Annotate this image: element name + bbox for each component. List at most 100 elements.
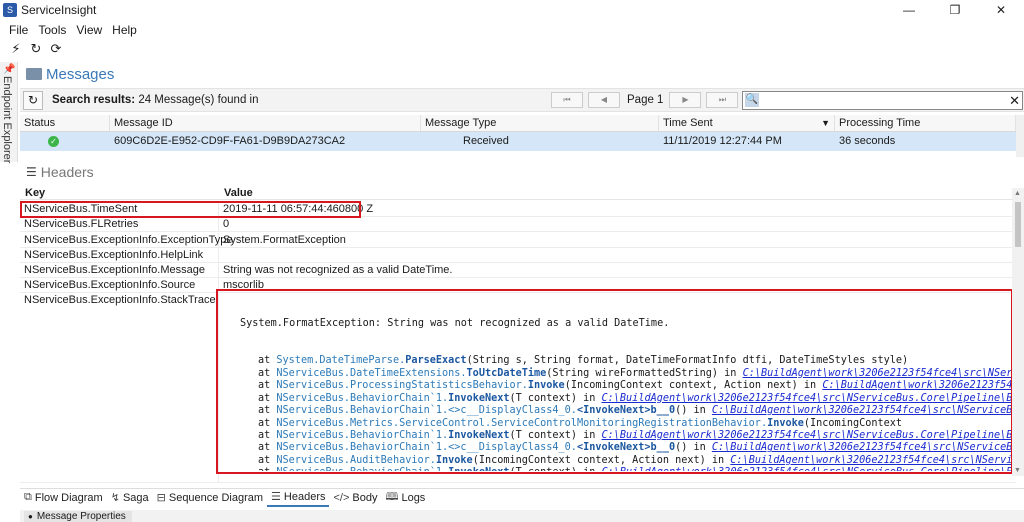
endpoint-explorer-label: Endpoint Explorer: [1, 76, 13, 164]
header-key: NServiceBus.ExceptionInfo.Source: [20, 278, 219, 292]
highlight-box-timesent: [20, 201, 361, 218]
clear-search-icon[interactable]: ✕: [1009, 92, 1020, 109]
search-results-label: Search results:: [52, 94, 136, 106]
success-check-icon: ✓: [48, 136, 59, 147]
window-title: ServiceInsight: [21, 3, 97, 17]
col-time-sent[interactable]: Time Sent ▼: [659, 115, 835, 131]
tab-logs[interactable]: 🕮 Logs: [381, 489, 429, 507]
header-value: System.FormatException: [223, 234, 346, 246]
flow-diagram-icon: ⧉: [24, 491, 32, 503]
auto-refresh-icon: ⟳: [50, 41, 62, 56]
body-icon: </>: [333, 491, 350, 504]
headers-scrollbar[interactable]: ▲ ▼: [1012, 188, 1024, 476]
row-processing-time: 36 seconds: [839, 135, 896, 147]
messages-title: Messages: [46, 65, 115, 83]
first-page-button[interactable]: ⏮: [551, 92, 583, 108]
refresh-icon: ↻: [30, 41, 42, 56]
app-logo-icon: S: [3, 3, 17, 17]
minimize-button[interactable]: —: [886, 0, 932, 20]
tab-flow-diagram[interactable]: ⧉ Flow Diagram: [20, 489, 107, 507]
tab-message-properties[interactable]: ● Message Properties: [24, 511, 132, 522]
headers-icon: ☰: [271, 491, 281, 503]
tab-label: Message Properties: [36, 511, 126, 522]
search-toolbar: ↻ Search results: 24 Message(s) found in…: [20, 88, 1024, 112]
col-time-sent-label: Time Sent: [663, 117, 713, 129]
auto-refresh-button[interactable]: ⟳: [46, 40, 66, 58]
window-controls: — ❐ ✕: [886, 0, 1024, 20]
col-message-type[interactable]: Message Type: [421, 115, 659, 131]
connect-button[interactable]: ⚡: [6, 40, 26, 58]
scroll-thumb[interactable]: [1015, 202, 1021, 247]
sort-desc-icon: ▼: [821, 118, 830, 128]
menu-tools[interactable]: Tools: [33, 23, 71, 37]
header-row[interactable]: NServiceBus.ExceptionInfo.ExceptionType …: [20, 233, 1016, 248]
header-key: NServiceBus.ExceptionInfo.ExceptionType: [20, 233, 233, 247]
messages-header: Messages: [20, 64, 114, 84]
header-key: NServiceBus.ExceptionInfo.HelpLink: [20, 248, 219, 262]
search-results-count: 24 Message(s) found in: [138, 94, 259, 106]
search-results: Search results: 24 Message(s) found in: [52, 94, 259, 106]
sequence-diagram-icon: ⊟: [156, 492, 166, 504]
messages-scrollbar[interactable]: [1016, 115, 1024, 157]
refresh-all-button[interactable]: ↻: [26, 40, 46, 58]
headers-title: Headers: [40, 164, 94, 180]
title-bar: S ServiceInsight — ❐ ✕: [0, 0, 1024, 20]
tab-sequence-diagram[interactable]: ⊟ Sequence Diagram: [153, 489, 267, 507]
messages-grid-header: Status Message ID Message Type Time Sent…: [20, 115, 1024, 132]
menu-bar: File Tools View Help: [0, 21, 142, 39]
col-value[interactable]: Value: [219, 186, 253, 200]
row-message-type: Received: [463, 135, 509, 147]
menu-view[interactable]: View: [71, 23, 107, 37]
properties-icon: ●: [28, 512, 33, 521]
row-time-sent: 11/11/2019 12:27:44 PM: [663, 135, 782, 147]
menu-file[interactable]: File: [4, 23, 33, 37]
tab-label: Sequence Diagram: [168, 491, 264, 504]
detail-tabs: ⧉ Flow Diagram ↯ Saga ⊟ Sequence Diagram ☰ H…: [20, 488, 1024, 507]
search-input[interactable]: [761, 93, 1001, 108]
header-key: NServiceBus.ExceptionInfo.Message: [20, 263, 219, 277]
col-status[interactable]: Status: [20, 115, 110, 131]
bottom-panel-bar: [20, 510, 1024, 522]
list-icon: ☰: [26, 165, 37, 179]
search-box: 🔍 ✕: [742, 91, 1023, 110]
saga-icon: ↯: [110, 492, 120, 504]
close-button[interactable]: ✕: [978, 0, 1024, 20]
col-key[interactable]: Key: [20, 186, 45, 200]
page-label: Page 1: [627, 94, 664, 106]
tab-headers[interactable]: ☰ Headers: [267, 488, 330, 507]
message-row[interactable]: ✓ 609C6D2E-E952-CD9F-FA61-D9B9DA273CA2 R…: [20, 132, 1024, 151]
menu-help[interactable]: Help: [107, 23, 142, 37]
search-icon: 🔍: [745, 93, 759, 107]
col-processing-time[interactable]: Processing Time: [835, 115, 1016, 131]
endpoint-explorer-tab[interactable]: 📌 Endpoint Explorer: [0, 62, 18, 164]
tab-saga[interactable]: ↯ Saga: [107, 489, 153, 507]
highlight-box-stacktrace: [216, 289, 1013, 474]
restore-button[interactable]: ❐: [932, 0, 978, 20]
header-row[interactable]: NServiceBus.ExceptionInfo.Message String…: [20, 263, 1016, 278]
header-key: NServiceBus.FLRetries: [20, 217, 219, 231]
plug-icon: ⚡: [11, 41, 21, 56]
main-area: Messages ↻ Search results: 24 Message(s)…: [20, 60, 1024, 522]
logs-icon: 🕮: [385, 491, 399, 503]
toolbar: ⚡ ↻ ⟳: [0, 39, 66, 59]
pin-icon[interactable]: 📌: [3, 64, 15, 75]
header-value: 0: [223, 218, 230, 230]
last-page-button[interactable]: ⏭: [706, 92, 739, 108]
prev-page-button[interactable]: ◀: [588, 92, 620, 108]
messages-icon: [26, 68, 42, 80]
row-status: ✓: [20, 132, 110, 151]
header-row[interactable]: NServiceBus.FLRetries 0: [20, 217, 1016, 232]
next-page-button[interactable]: ▶: [669, 92, 702, 108]
header-row[interactable]: NServiceBus.ExceptionInfo.HelpLink: [20, 248, 1016, 263]
headers-panel-title: ☰ Headers: [20, 164, 94, 180]
headers-grid-header: Key Value: [20, 186, 1016, 200]
scroll-up-icon[interactable]: ▲: [1014, 190, 1021, 197]
header-value: String was not recognized as a valid Dat…: [223, 264, 453, 276]
col-message-id[interactable]: Message ID: [110, 115, 421, 131]
tab-label: Saga: [122, 491, 149, 504]
scroll-down-icon[interactable]: ▼: [1014, 467, 1021, 474]
tab-label: Flow Diagram: [34, 491, 103, 504]
tab-label: Headers: [283, 490, 326, 503]
refresh-button[interactable]: ↻: [23, 91, 43, 110]
tab-body[interactable]: </> Body: [329, 489, 381, 507]
